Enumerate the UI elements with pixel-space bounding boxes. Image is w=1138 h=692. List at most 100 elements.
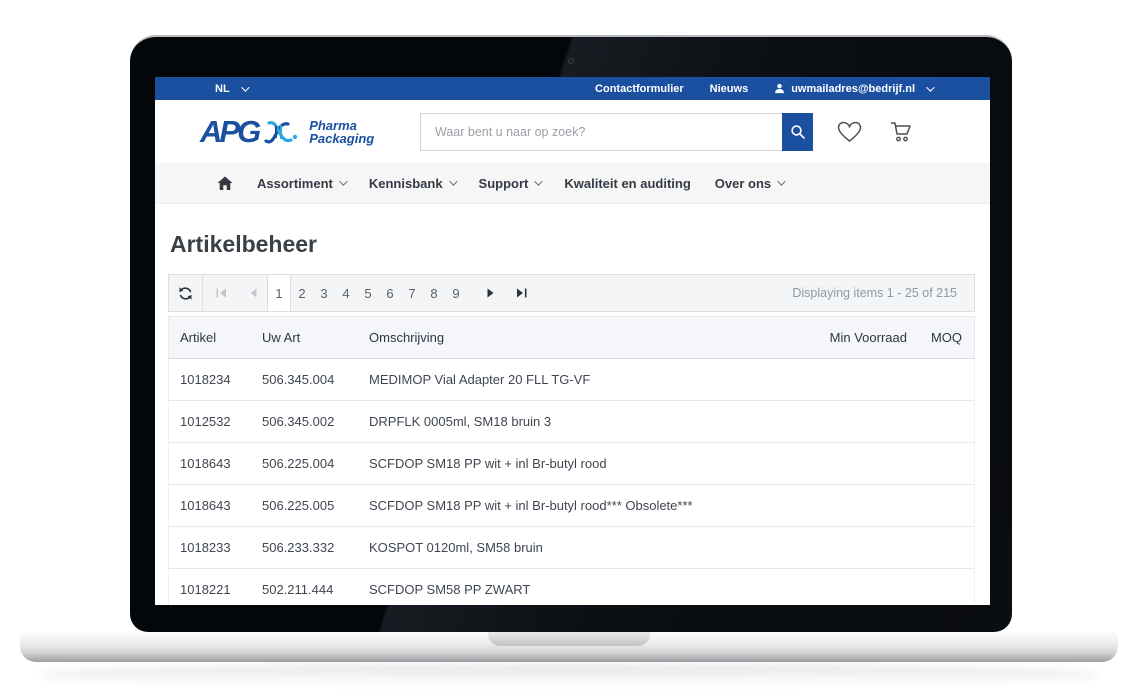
cell-uw-art: 506.225.005 [262, 498, 369, 513]
cell-uw-art: 506.225.004 [262, 456, 369, 471]
cell-omschrijving: MEDIMOP Vial Adapter 20 FLL TG-VF [369, 372, 797, 387]
browser-viewport: NL Contactformulier Nieuws uwmailadres@b… [155, 77, 990, 605]
search-icon [790, 124, 806, 140]
next-page-icon [487, 288, 494, 298]
chevron-down-icon [926, 83, 934, 91]
table-row[interactable]: 1018221 502.211.444 SCFDOP SM58 PP ZWART [168, 569, 975, 605]
page-title: Artikelbeheer [170, 231, 975, 258]
last-page-button[interactable] [505, 275, 537, 311]
top-utility-bar: NL Contactformulier Nieuws uwmailadres@b… [155, 77, 990, 100]
laptop-lid-notch [488, 632, 650, 646]
cell-uw-art: 502.211.444 [262, 582, 369, 597]
next-page-button[interactable] [475, 275, 505, 311]
webcam-dot [568, 58, 574, 64]
page-number-1[interactable]: 1 [267, 275, 291, 311]
refresh-button[interactable] [169, 275, 203, 311]
pagination-status: Displaying items 1 - 25 of 215 [792, 275, 974, 311]
cell-omschrijving: SCFDOP SM18 PP wit + inl Br-butyl rood [369, 456, 797, 471]
column-header-min-voorraad[interactable]: Min Voorraad [797, 330, 907, 345]
account-email-label: uwmailadres@bedrijf.nl [791, 83, 915, 95]
chevron-down-icon [241, 83, 249, 91]
cell-artikel: 1012532 [169, 414, 262, 429]
cell-artikel: 1018233 [169, 540, 262, 555]
column-header-moq[interactable]: MOQ [907, 330, 974, 345]
chevron-down-icon [449, 177, 457, 185]
cart-icon [889, 120, 913, 144]
last-page-icon [516, 288, 527, 298]
column-header-artikel[interactable]: Artikel [169, 330, 262, 345]
search-bar [420, 113, 813, 151]
table-row[interactable]: 1018643 506.225.005 SCFDOP SM18 PP wit +… [168, 485, 975, 527]
cell-uw-art: 506.233.332 [262, 540, 369, 555]
user-icon [774, 83, 785, 94]
cell-artikel: 1018221 [169, 582, 262, 597]
first-page-icon [216, 288, 227, 298]
laptop-reflection [40, 664, 1098, 686]
wishlist-button[interactable] [837, 121, 862, 143]
cell-uw-art: 506.345.004 [262, 372, 369, 387]
table-row[interactable]: 1018643 506.225.004 SCFDOP SM18 PP wit +… [168, 443, 975, 485]
news-link[interactable]: Nieuws [710, 83, 749, 95]
chevron-down-icon [339, 177, 347, 185]
company-logo[interactable]: APG Pharma Packaging [200, 116, 400, 148]
account-menu[interactable]: uwmailadres@bedrijf.nl [774, 83, 932, 95]
nav-item-support[interactable]: Support [479, 176, 541, 191]
table-row[interactable]: 1018233 506.233.332 KOSPOT 0120ml, SM58 … [168, 527, 975, 569]
nav-item-assortiment[interactable]: Assortiment [257, 176, 345, 191]
table-row[interactable]: 1018234 506.345.004 MEDIMOP Vial Adapter… [168, 359, 975, 401]
table-row[interactable]: 1012532 506.345.002 DRPFLK 0005ml, SM18 … [168, 401, 975, 443]
language-label: NL [215, 83, 230, 95]
chevron-down-icon [535, 177, 543, 185]
prev-page-button[interactable] [240, 275, 267, 311]
column-header-uw-art[interactable]: Uw Art [262, 330, 369, 345]
nav-label: Kennisbank [369, 176, 443, 191]
search-input[interactable] [420, 113, 782, 151]
nav-item-kennisbank[interactable]: Kennisbank [369, 176, 455, 191]
search-button[interactable] [782, 113, 813, 151]
nav-home[interactable] [217, 176, 233, 191]
chevron-down-icon [777, 177, 785, 185]
nav-label: Over ons [715, 176, 771, 191]
dna-helix-icon [262, 116, 306, 148]
logo-line2: Packaging [309, 131, 374, 146]
cell-omschrijving: DRPFLK 0005ml, SM18 bruin 3 [369, 414, 797, 429]
page-number-2[interactable]: 2 [291, 275, 313, 311]
cell-omschrijving: SCFDOP SM18 PP wit + inl Br-butyl rood**… [369, 498, 797, 513]
nav-label: Support [479, 176, 529, 191]
cell-omschrijving: KOSPOT 0120ml, SM58 bruin [369, 540, 797, 555]
page-number-5[interactable]: 5 [357, 275, 379, 311]
cell-artikel: 1018234 [169, 372, 262, 387]
page-number-6[interactable]: 6 [379, 275, 401, 311]
first-page-button[interactable] [203, 275, 240, 311]
page-number-8[interactable]: 8 [423, 275, 445, 311]
heart-icon [837, 121, 862, 143]
laptop-base [20, 632, 1118, 662]
contact-link[interactable]: Contactformulier [595, 83, 684, 95]
cell-uw-art: 506.345.002 [262, 414, 369, 429]
laptop-bezel: NL Contactformulier Nieuws uwmailadres@b… [130, 35, 1012, 632]
nav-item-over-ons[interactable]: Over ons [715, 176, 783, 191]
page-number-7[interactable]: 7 [401, 275, 423, 311]
main-navigation: Assortiment Kennisbank Support Kwaliteit… [155, 163, 990, 204]
pagination-bar: 1 2 3 4 5 6 7 8 9 [168, 274, 975, 312]
page-number-9[interactable]: 9 [445, 275, 467, 311]
table-header-row: Artikel Uw Art Omschrijving Min Voorraad… [168, 316, 975, 359]
home-icon [217, 176, 233, 191]
page-content: Artikelbeheer [155, 231, 990, 605]
column-header-omschrijving[interactable]: Omschrijving [369, 330, 797, 345]
nav-label: Assortiment [257, 176, 333, 191]
cart-button[interactable] [889, 120, 913, 144]
cell-artikel: 1018643 [169, 456, 262, 471]
cell-omschrijving: SCFDOP SM58 PP ZWART [369, 582, 797, 597]
logo-acronym: APG [200, 116, 258, 147]
language-selector[interactable]: NL [215, 83, 247, 95]
site-header: APG Pharma Packaging [155, 100, 990, 163]
prev-page-icon [250, 288, 257, 298]
page-number-4[interactable]: 4 [335, 275, 357, 311]
logo-subtitle: Pharma Packaging [309, 119, 374, 145]
cell-artikel: 1018643 [169, 498, 262, 513]
page-number-3[interactable]: 3 [313, 275, 335, 311]
nav-item-kwaliteit[interactable]: Kwaliteit en auditing [564, 176, 690, 191]
refresh-icon [178, 286, 193, 301]
nav-label: Kwaliteit en auditing [564, 176, 690, 191]
